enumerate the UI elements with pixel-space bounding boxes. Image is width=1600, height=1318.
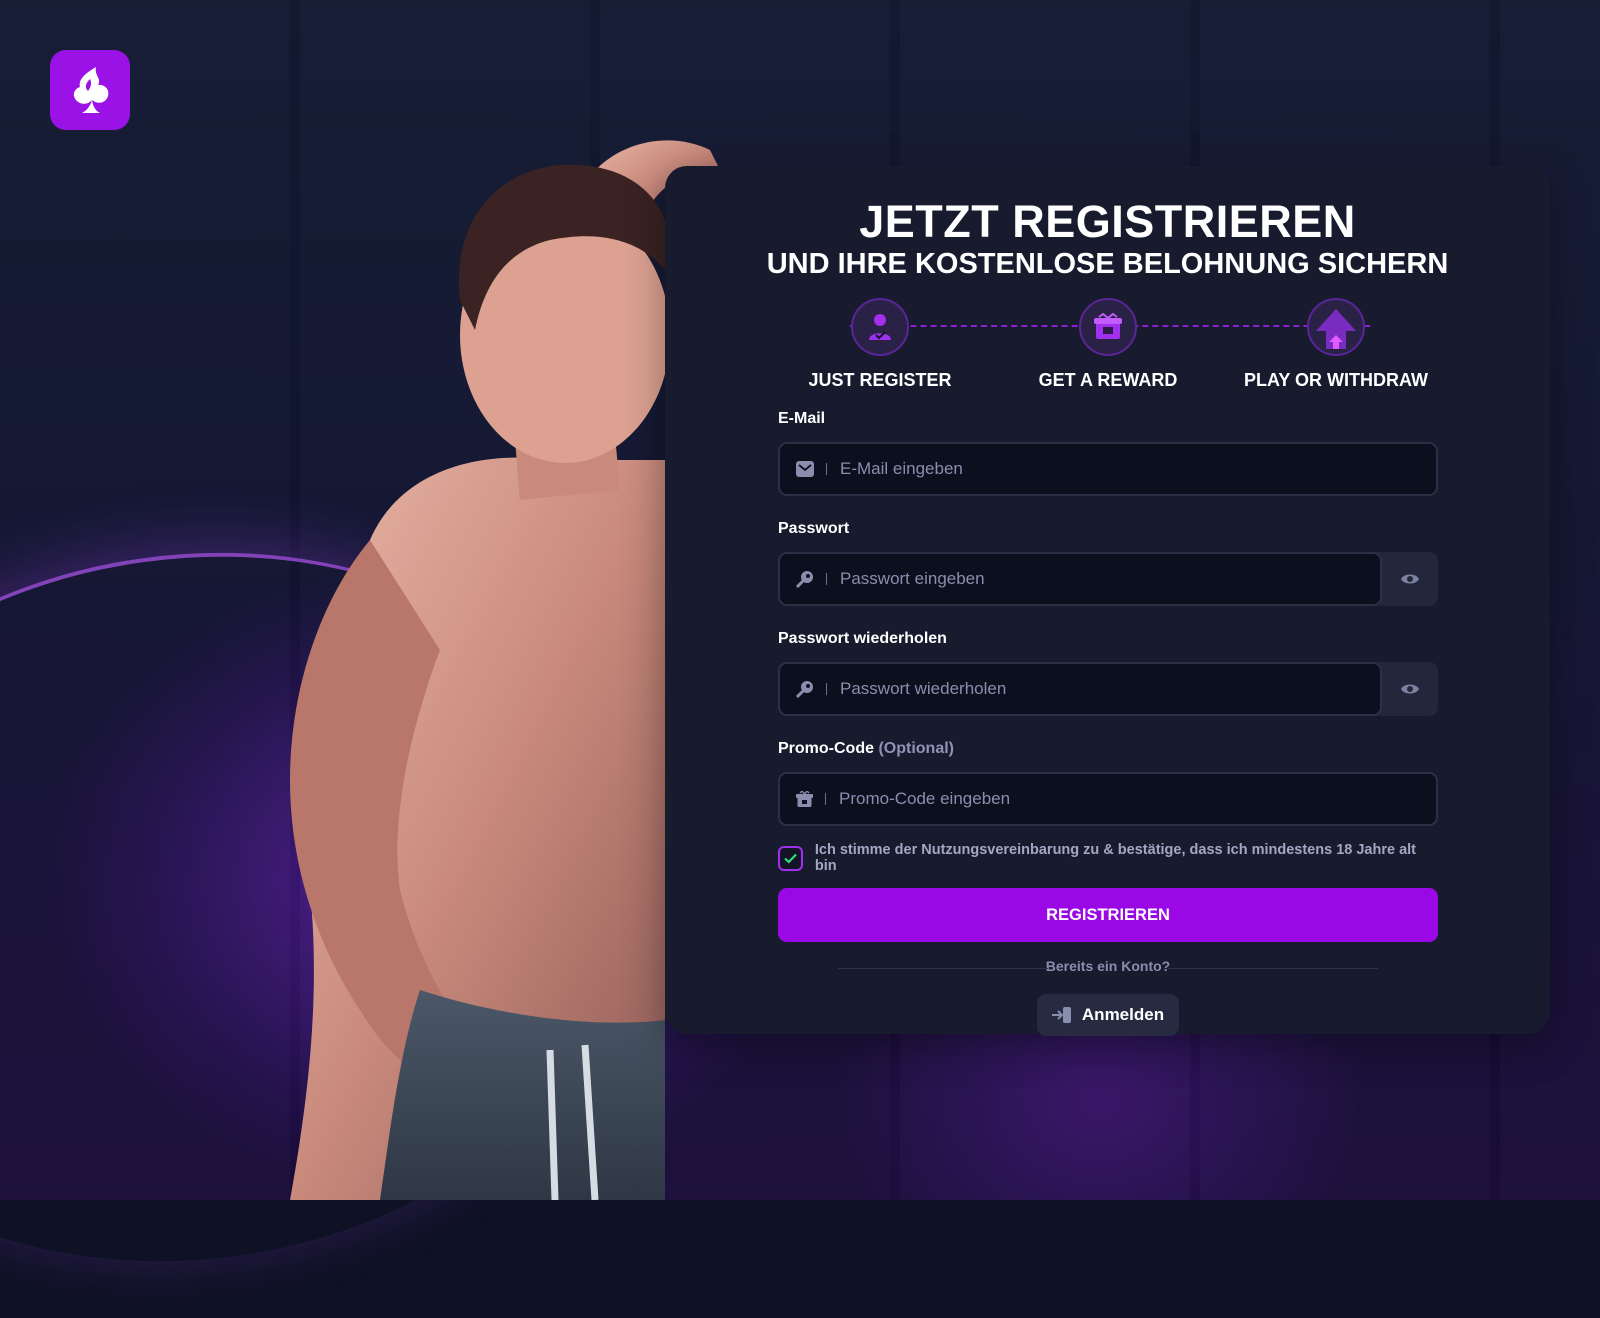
eye-icon [1401, 574, 1419, 584]
login-button[interactable]: Anmelden [1037, 994, 1179, 1036]
step-label: PLAY OR WITHDRAW [1243, 370, 1428, 390]
field-separator [826, 463, 827, 475]
promo-code-input[interactable] [837, 788, 1436, 810]
password-repeat-field-box [778, 662, 1382, 716]
key-icon [796, 681, 813, 698]
page-title: JETZT REGISTRIEREN [859, 196, 1356, 247]
email-row [778, 442, 1438, 496]
step-label: JUST REGISTER [808, 370, 952, 390]
email-field-box [778, 442, 1438, 496]
brand-logo[interactable] [50, 50, 130, 130]
step-label: GET A REWARD [1038, 370, 1178, 390]
field-separator [826, 683, 827, 695]
eye-icon [1401, 684, 1419, 694]
field-separator [826, 573, 827, 585]
step-get-reward: GET A REWARD [1008, 298, 1208, 391]
divider-line-left [838, 968, 1048, 969]
gift-icon [796, 790, 813, 807]
show-password-button[interactable] [1382, 552, 1438, 606]
arrow-up-icon [1307, 298, 1365, 356]
login-button-label: Anmelden [1081, 1005, 1165, 1024]
password-input[interactable] [838, 568, 1380, 590]
password-field-box [778, 552, 1382, 606]
terms-consent-text: Ich stimme der Nutzungsvereinbarung zu &… [814, 842, 1416, 874]
password-repeat-row [778, 662, 1438, 716]
register-button[interactable]: REGISTRIEREN [778, 888, 1438, 942]
promo-code-field-box [778, 772, 1438, 826]
terms-consent: Ich stimme der Nutzungsvereinbarung zu &… [778, 842, 1438, 874]
sign-in-icon [1051, 1007, 1071, 1023]
promo-code-label: Promo-Code (Optional) [778, 740, 1438, 762]
divider-line-right [1168, 968, 1378, 969]
step-play-withdraw: PLAY OR WITHDRAW [1236, 298, 1436, 391]
step-just-register: JUST REGISTER [780, 298, 980, 391]
registration-card: JETZT REGISTRIEREN UND IHRE KOSTENLOSE B… [665, 166, 1550, 1036]
user-check-icon [851, 298, 909, 356]
promo-code-label-text: Promo-Code [778, 740, 874, 757]
show-password-repeat-button[interactable] [1382, 662, 1438, 716]
email-label: E-Mail [778, 410, 826, 427]
password-label: Passwort [778, 520, 850, 537]
checkmark-icon [784, 853, 797, 864]
page-subtitle: UND IHRE KOSTENLOSE BELOHNUNG SICHERN [766, 248, 1449, 280]
envelope-icon [796, 461, 814, 477]
email-input[interactable] [838, 458, 1436, 480]
password-repeat-input[interactable] [838, 678, 1380, 700]
optional-hint: (Optional) [878, 740, 954, 757]
key-icon [796, 571, 813, 588]
password-repeat-label: Passwort wiederholen [778, 630, 947, 647]
field-separator [825, 793, 826, 805]
promo-code-row [778, 772, 1438, 826]
already-have-account-text: Bereits ein Konto? [1045, 958, 1171, 974]
terms-checkbox[interactable] [778, 845, 803, 871]
registration-form: E-Mail Passwort [778, 410, 1438, 1036]
login-divider: Bereits ein Konto? [778, 958, 1438, 978]
spade-flame-logo-icon [73, 67, 109, 113]
gift-box-icon [1079, 298, 1137, 356]
onboarding-steps: JUST REGISTER GET A REWARD PLAY OR WITHD… [780, 298, 1440, 398]
password-row [778, 552, 1438, 606]
